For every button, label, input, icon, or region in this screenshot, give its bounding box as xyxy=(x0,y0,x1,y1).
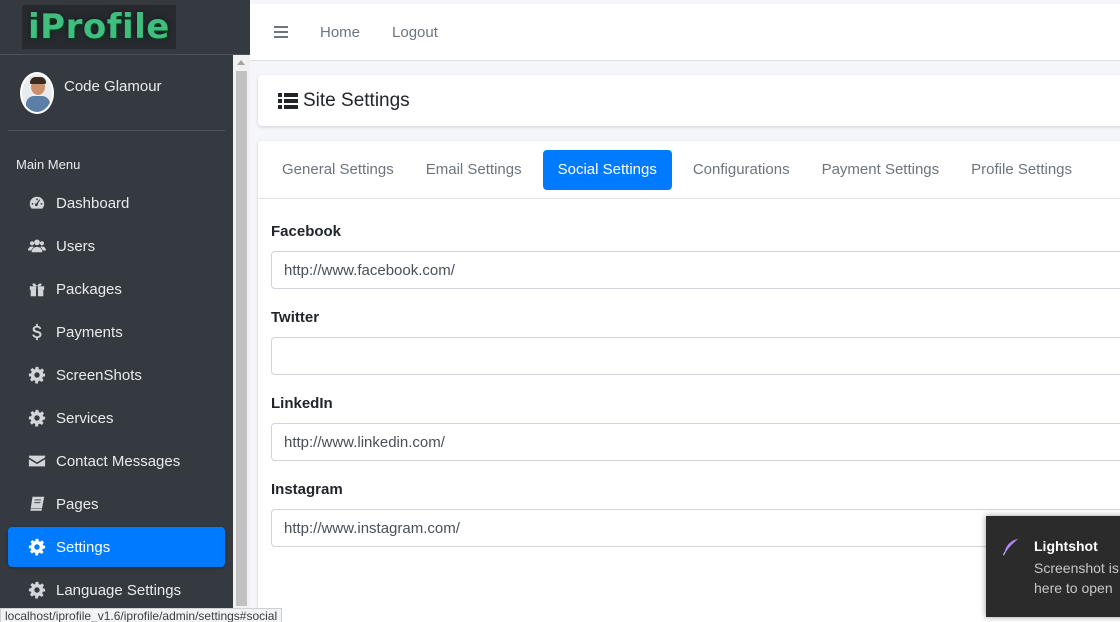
sidebar-item-label: Users xyxy=(56,237,96,255)
sidebar-item-packages[interactable]: Packages xyxy=(8,269,225,309)
tab-payment-settings[interactable]: Payment Settings xyxy=(811,150,951,190)
top-navbar: Home Logout xyxy=(250,4,1120,61)
sidebar-item-screenshots[interactable]: ScreenShots xyxy=(8,355,225,395)
users-icon xyxy=(26,237,48,255)
tachometer-icon xyxy=(26,194,48,212)
twitter-input[interactable] xyxy=(271,337,1120,375)
settings-tabs: General Settings Email Settings Social S… xyxy=(258,141,1120,199)
lightshot-notification[interactable]: Lightshot Screenshot is here to open xyxy=(986,516,1120,617)
hamburger-menu-icon[interactable] xyxy=(274,26,288,38)
notification-title: Lightshot xyxy=(1034,538,1098,554)
brand: iProfile xyxy=(0,0,250,55)
sidebar-scrollbar[interactable] xyxy=(233,55,250,622)
sidebar-item-label: Packages xyxy=(56,280,122,298)
facebook-input[interactable] xyxy=(271,251,1120,289)
twitter-label: Twitter xyxy=(271,309,320,326)
user-panel: Code Glamour xyxy=(8,56,225,131)
page-title-card: Site Settings xyxy=(258,75,1120,126)
user-name[interactable]: Code Glamour xyxy=(64,78,162,95)
notification-body: Screenshot is here to open xyxy=(1034,558,1119,598)
sidebar-item-label: Language Settings xyxy=(56,581,182,599)
sidebar-item-dashboard[interactable]: Dashboard xyxy=(8,183,225,223)
sidebar-item-settings[interactable]: Settings xyxy=(8,527,225,567)
browser-status-url: localhost/iprofile_v1.6/iprofile/admin/s… xyxy=(0,608,283,622)
sidebar-item-label: Services xyxy=(56,409,114,427)
gear-icon xyxy=(26,538,48,556)
scroll-thumb[interactable] xyxy=(236,71,247,606)
book-icon xyxy=(26,495,48,513)
sidebar-item-label: Pages xyxy=(56,495,99,513)
feather-icon xyxy=(1002,538,1019,556)
sidebar-item-label: Contact Messages xyxy=(56,452,181,470)
gift-icon xyxy=(26,280,48,298)
facebook-label: Facebook xyxy=(271,223,342,240)
envelope-icon xyxy=(26,452,48,470)
gear-icon xyxy=(26,581,48,599)
tab-general-settings[interactable]: General Settings xyxy=(271,150,405,190)
tab-profile-settings[interactable]: Profile Settings xyxy=(960,150,1083,190)
brand-logo[interactable]: iProfile xyxy=(22,5,176,49)
tab-social-settings[interactable]: Social Settings xyxy=(542,149,672,190)
sidebar-item-label: ScreenShots xyxy=(56,366,142,384)
menu-header: Main Menu xyxy=(16,157,81,172)
scroll-up-arrow-icon[interactable] xyxy=(237,60,245,65)
sidebar-item-label: Payments xyxy=(56,323,123,341)
instagram-label: Instagram xyxy=(271,481,343,498)
sidebar-nav: Dashboard Users Packages Payments Screen… xyxy=(8,183,225,613)
notification-line: here to open xyxy=(1034,580,1113,596)
tab-configurations[interactable]: Configurations xyxy=(682,150,801,190)
avatar[interactable] xyxy=(20,72,54,114)
list-icon xyxy=(278,92,298,109)
sidebar-item-language-settings[interactable]: Language Settings xyxy=(8,570,225,610)
gear-icon xyxy=(26,409,48,427)
gear-icon xyxy=(26,366,48,384)
tab-email-settings[interactable]: Email Settings xyxy=(415,150,533,190)
linkedin-input[interactable] xyxy=(271,423,1120,461)
sidebar-item-services[interactable]: Services xyxy=(8,398,225,438)
linkedin-label: LinkedIn xyxy=(271,395,333,412)
sidebar-item-users[interactable]: Users xyxy=(8,226,225,266)
sidebar-item-contact-messages[interactable]: Contact Messages xyxy=(8,441,225,481)
logout-link[interactable]: Logout xyxy=(392,24,438,41)
home-link[interactable]: Home xyxy=(320,24,360,41)
sidebar-item-label: Settings xyxy=(56,538,111,556)
sidebar-item-pages[interactable]: Pages xyxy=(8,484,225,524)
notification-line: Screenshot is xyxy=(1034,560,1119,576)
sidebar-item-payments[interactable]: Payments xyxy=(8,312,225,352)
sidebar: iProfile Code Glamour Main Menu Dashboar… xyxy=(0,0,250,622)
page-title: Site Settings xyxy=(303,89,410,111)
dollar-icon xyxy=(26,323,48,341)
sidebar-item-label: Dashboard xyxy=(56,194,130,212)
